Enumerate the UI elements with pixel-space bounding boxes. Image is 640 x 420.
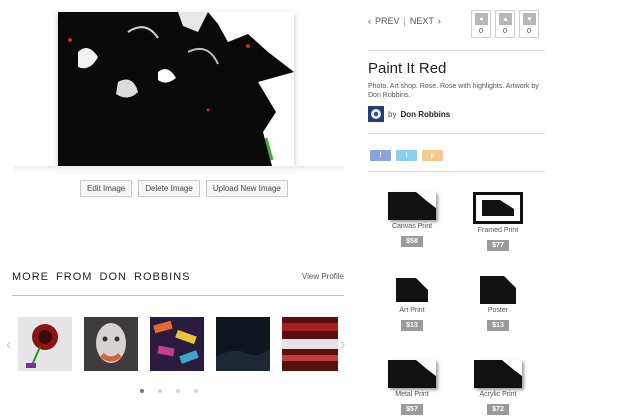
product-thumbnail[interactable] [474, 360, 522, 388]
artist-name-link[interactable]: Don Robbins [400, 110, 450, 119]
carousel-thumbnail[interactable] [216, 317, 270, 371]
product-framed-print[interactable]: Framed Print $77 [466, 192, 530, 252]
product-name: Art Print [399, 307, 425, 314]
carousel-thumbnail[interactable] [84, 317, 138, 371]
divider [368, 171, 545, 172]
product-art-print[interactable]: Art Print $13 [380, 276, 444, 332]
edit-image-button[interactable]: Edit Image [80, 180, 133, 197]
more-from-header: MORE FROM DON ROBBINS View Profile [12, 270, 344, 296]
artwork-title: Paint It Red [368, 60, 447, 77]
artwork-navigation: ‹ PREV | NEXT › [368, 16, 441, 26]
product-name: Acrylic Print [479, 391, 517, 398]
product-thumbnail[interactable] [388, 276, 436, 304]
artwork-shadow [14, 166, 344, 172]
carousel-thumbnail[interactable] [18, 317, 72, 371]
page: Edit Image Delete Image Upload New Image… [0, 0, 640, 420]
chevron-right-icon[interactable]: › [438, 16, 441, 26]
carousel-thumbnail[interactable] [150, 317, 204, 371]
product-thumbnail[interactable] [474, 276, 522, 304]
comment-counter[interactable]: ● 0 [471, 10, 491, 38]
product-name: Canvas Print [391, 223, 433, 230]
carousel-prev-arrow-icon[interactable]: ‹ [6, 336, 11, 354]
main-artwork-image[interactable] [58, 12, 294, 166]
pagination-dot[interactable] [140, 389, 144, 393]
product-name: Metal Print [395, 391, 429, 398]
upload-new-image-button[interactable]: Upload New Image [205, 180, 288, 197]
product-name: Poster [487, 307, 509, 314]
pagination-dot[interactable] [158, 389, 162, 393]
share-buttons: f t p [370, 150, 443, 161]
divider [368, 133, 545, 134]
divider [368, 50, 545, 51]
product-price[interactable]: $72 [487, 404, 509, 415]
product-thumbnail[interactable] [473, 192, 523, 224]
product-price[interactable]: $57 [401, 404, 423, 415]
product-thumbnail[interactable] [388, 192, 436, 220]
comment-count: 0 [479, 28, 483, 35]
product-thumbnail[interactable] [388, 360, 436, 388]
by-label: by [388, 109, 397, 119]
comment-icon: ● [475, 13, 488, 25]
engagement-counters: ● 0 ▲ 0 ♥ 0 [471, 10, 539, 38]
twitter-icon[interactable]: t [396, 150, 417, 161]
artwork-description: Photo. Art shop. Rose. Rose with highlig… [368, 83, 539, 99]
favorite-counter[interactable]: ♥ 0 [519, 10, 539, 38]
artist-byline: by Don Robbins [368, 106, 450, 122]
like-count: 0 [503, 28, 507, 35]
product-name: Framed Print [477, 227, 519, 234]
thumbs-up-icon: ▲ [499, 13, 512, 25]
carousel-pagination [140, 389, 198, 393]
product-price[interactable]: $13 [487, 320, 509, 331]
avatar[interactable] [368, 106, 384, 122]
favorite-count: 0 [527, 28, 531, 35]
carousel-next-arrow-icon[interactable]: › [340, 336, 345, 354]
product-price[interactable]: $58 [401, 236, 423, 247]
artwork-carousel: ‹ › [6, 312, 348, 376]
pinterest-icon[interactable]: p [422, 150, 443, 161]
pagination-dot[interactable] [194, 389, 198, 393]
carousel-thumbnail[interactable] [282, 317, 338, 371]
prev-link[interactable]: PREV [375, 16, 400, 26]
product-poster[interactable]: Poster $13 [466, 276, 530, 332]
like-counter[interactable]: ▲ 0 [495, 10, 515, 38]
nav-separator: | [403, 16, 406, 26]
next-link[interactable]: NEXT [410, 16, 434, 26]
more-from-title: MORE FROM DON ROBBINS [12, 271, 191, 283]
product-metal-print[interactable]: Metal Print $57 [380, 360, 444, 416]
facebook-icon[interactable]: f [370, 150, 391, 161]
view-profile-link[interactable]: View Profile [302, 272, 344, 281]
pagination-dot[interactable] [176, 389, 180, 393]
delete-image-button[interactable]: Delete Image [138, 180, 200, 197]
chevron-left-icon[interactable]: ‹ [368, 16, 371, 26]
heart-icon: ♥ [523, 13, 536, 25]
product-price[interactable]: $13 [401, 320, 423, 331]
product-price[interactable]: $77 [487, 240, 509, 251]
product-acrylic-print[interactable]: Acrylic Print $72 [466, 360, 530, 416]
product-canvas-print[interactable]: Canvas Print $58 [380, 192, 444, 248]
edit-toolbar: Edit Image Delete Image Upload New Image [80, 180, 288, 197]
